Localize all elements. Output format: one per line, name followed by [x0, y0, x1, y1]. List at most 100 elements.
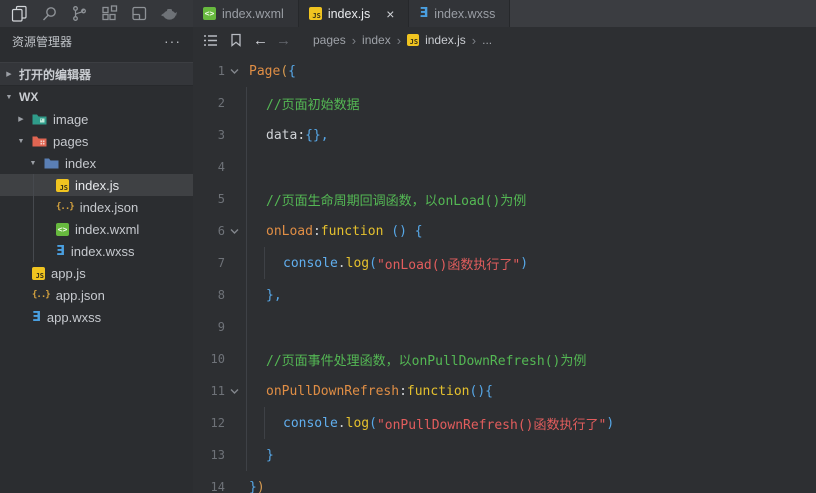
code-line-7[interactable]: 7 console.log("onLoad()函数执行了") — [193, 247, 816, 279]
window-layout-icon[interactable] — [126, 3, 152, 25]
line-number[interactable]: 8 — [193, 288, 225, 302]
code-text: }, — [243, 279, 816, 311]
more-actions-icon[interactable]: ··· — [164, 33, 181, 49]
code-line-10[interactable]: 10 //页面事件处理函数，以onPullDownRefresh()为例 — [193, 343, 816, 375]
folder-pages-folder-icon — [32, 135, 47, 147]
code-line-2[interactable]: 2 //页面初始数据 — [193, 87, 816, 119]
line-number[interactable]: 9 — [193, 320, 225, 334]
code-line-12[interactable]: 12console.log("onPullDownRefresh()函数执行了"… — [193, 407, 816, 439]
code-line-9[interactable]: 9 — [193, 311, 816, 343]
breadcrumb-item[interactable]: ... — [482, 33, 492, 47]
chevron-right-icon: ▶ — [4, 70, 14, 78]
indent-guide — [246, 87, 247, 119]
section-open-editors[interactable]: ▶ 打开的编辑器 — [0, 62, 193, 86]
extensions-icon[interactable] — [96, 3, 122, 25]
js-file-icon: JS — [32, 267, 45, 280]
token: . — [338, 416, 346, 431]
wxss-file-icon: Ǝ — [32, 311, 41, 324]
line-number[interactable]: 11 — [193, 384, 225, 398]
line-number[interactable]: 2 — [193, 96, 225, 110]
token: function — [407, 384, 470, 399]
code-area[interactable]: 1 Page ( {2 //页面初始数据 3data:{}, 4 5 //页面生命周期回调函数，… — [193, 53, 816, 493]
line-number[interactable]: 12 — [193, 416, 225, 430]
activity-bar — [0, 0, 193, 27]
token: //页面初始数据 — [266, 94, 360, 113]
tree-item-index-wxml[interactable]: <>index.wxml — [0, 218, 193, 240]
fold-chevron-icon[interactable] — [225, 388, 243, 395]
code-line-6[interactable]: 6onLoad:function () { — [193, 215, 816, 247]
outline-list-icon[interactable] — [201, 31, 219, 49]
chevron-down-icon: ▼ — [4, 94, 14, 101]
token: //页面事件处理函数，以onPullDownRefresh()为例 — [266, 350, 586, 369]
code-line-4[interactable]: 4 — [193, 151, 816, 183]
code-text — [243, 311, 816, 343]
code-text: console.log("onLoad()函数执行了") — [243, 247, 816, 279]
line-number[interactable]: 6 — [193, 224, 225, 238]
code-line-8[interactable]: 8}, — [193, 279, 816, 311]
token: Page — [249, 64, 280, 79]
close-icon[interactable]: × — [386, 7, 394, 21]
tab-index-wxss[interactable]: Ǝ index.wxss — [409, 0, 510, 27]
tab-index-wxml[interactable]: <> index.wxml — [193, 0, 299, 27]
code-line-13[interactable]: 13} — [193, 439, 816, 471]
wxml-file-icon: <> — [56, 223, 69, 236]
files-icon[interactable] — [6, 3, 32, 25]
token: ) — [520, 256, 528, 271]
code-line-14[interactable]: 14}) — [193, 471, 816, 493]
chevron-down-icon: ▼ — [28, 160, 38, 167]
tree-item-app-json[interactable]: {..}app.json — [0, 284, 193, 306]
line-number[interactable]: 4 — [193, 160, 225, 174]
line-number[interactable]: 7 — [193, 256, 225, 270]
tree-item-index-js[interactable]: JSindex.js — [0, 174, 193, 196]
file-name: index.wxss — [71, 244, 135, 259]
section-label: 打开的编辑器 — [19, 66, 91, 83]
token: ( — [369, 416, 377, 431]
token: { — [288, 64, 296, 79]
code-line-11[interactable]: 11onPullDownRefresh:function(){ — [193, 375, 816, 407]
back-icon[interactable]: ← — [253, 33, 268, 48]
fold-chevron-icon[interactable] — [225, 68, 243, 75]
line-number[interactable]: 1 — [193, 64, 225, 78]
token — [383, 224, 391, 239]
bookmark-icon[interactable] — [227, 31, 245, 49]
tab-index-js[interactable]: JS index.js × — [299, 0, 410, 27]
token: console — [283, 256, 338, 271]
fold-chevron-icon[interactable] — [225, 228, 243, 235]
code-line-3[interactable]: 3data:{}, — [193, 119, 816, 151]
folder-image-folder-icon — [32, 113, 47, 125]
breadcrumb-item[interactable]: index.js — [425, 33, 466, 47]
teapot-icon[interactable] — [156, 3, 182, 25]
tab-strip: <> index.wxml JS index.js × Ǝ index.wxss — [193, 0, 816, 27]
tree-item-index-wxss[interactable]: Ǝindex.wxss — [0, 240, 193, 262]
code-text: //页面生命周期回调函数，以onLoad()为例 — [243, 183, 816, 215]
breadcrumb-separator: › — [472, 33, 476, 48]
line-number[interactable]: 13 — [193, 448, 225, 462]
line-number[interactable]: 3 — [193, 128, 225, 142]
tree-item-index-json[interactable]: {..}index.json — [0, 196, 193, 218]
token: "onPullDownRefresh()函数执行了" — [377, 414, 606, 433]
token: , — [274, 288, 282, 303]
indent-guide — [246, 343, 247, 375]
code-line-5[interactable]: 5 //页面生命周期回调函数，以onLoad()为例 — [193, 183, 816, 215]
tree-item-app-js[interactable]: JSapp.js — [0, 262, 193, 284]
tree-item-image[interactable]: ▶image — [0, 108, 193, 130]
section-project-wx[interactable]: ▼ WX — [0, 86, 193, 108]
tree-item-pages[interactable]: ▼pages — [0, 130, 193, 152]
token: log — [346, 256, 369, 271]
line-number[interactable]: 10 — [193, 352, 225, 366]
tree-item-app-wxss[interactable]: Ǝapp.wxss — [0, 306, 193, 328]
forward-icon[interactable]: → — [276, 33, 291, 48]
tree-item-index[interactable]: ▼index — [0, 152, 193, 174]
indent-guide — [246, 407, 247, 439]
code-line-1[interactable]: 1Page({ — [193, 55, 816, 87]
js-file-icon: JS — [56, 179, 69, 192]
line-number[interactable]: 5 — [193, 192, 225, 206]
search-icon[interactable] — [36, 3, 62, 25]
line-number[interactable]: 14 — [193, 480, 225, 493]
indent-guide — [246, 311, 247, 343]
source-control-icon[interactable] — [66, 3, 92, 25]
breadcrumb-item[interactable]: index — [362, 33, 391, 47]
wxss-file-icon: Ǝ — [419, 7, 428, 20]
breadcrumb-item[interactable]: pages — [313, 33, 346, 47]
file-name: pages — [53, 134, 88, 149]
